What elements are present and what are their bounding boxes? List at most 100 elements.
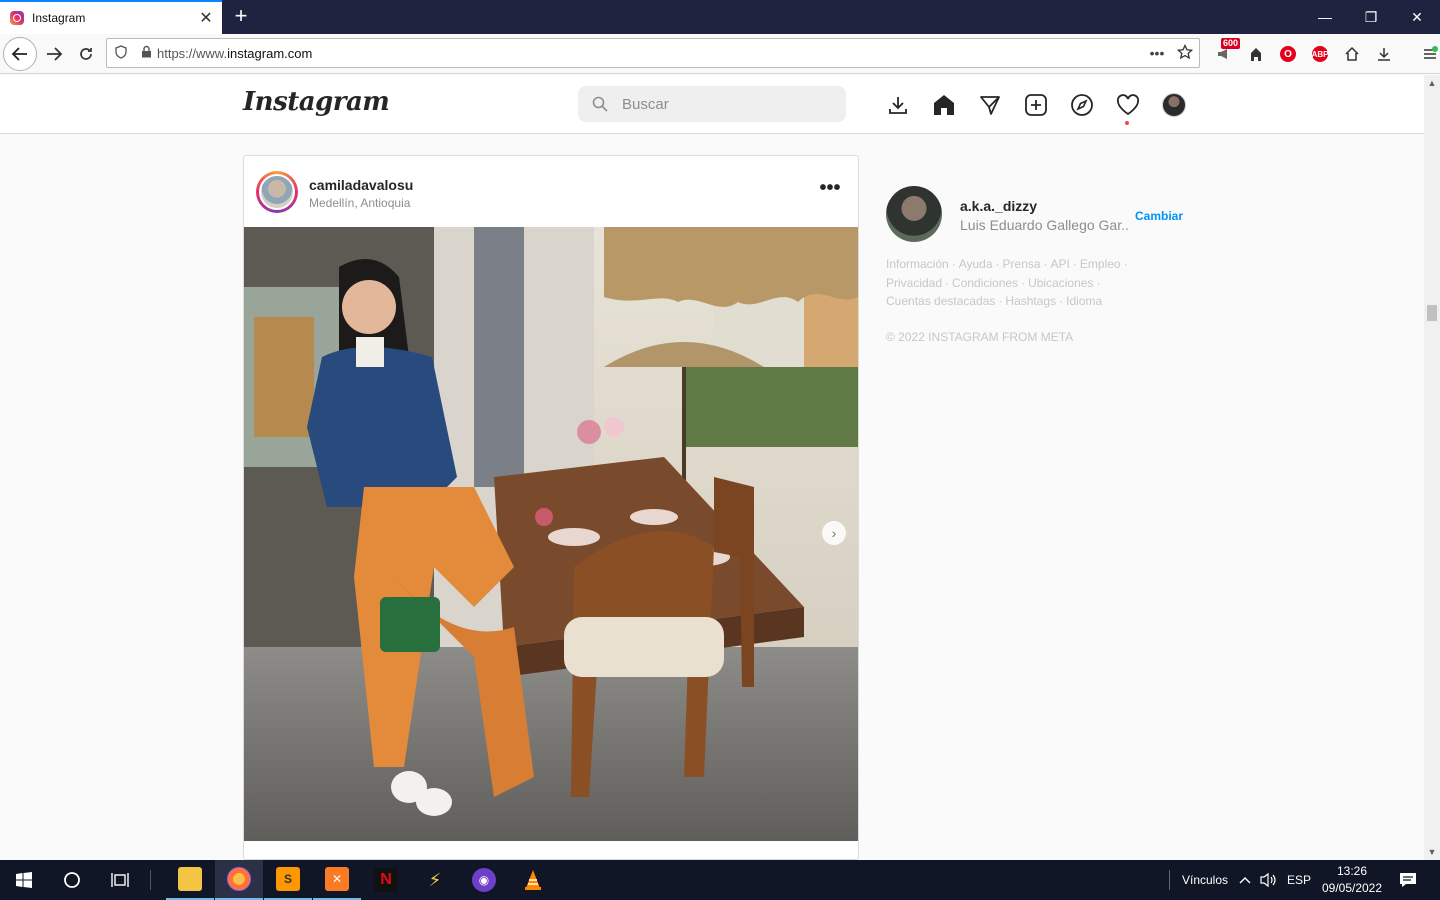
taskbar-divider	[148, 860, 152, 900]
forward-button[interactable]	[37, 37, 71, 71]
extension-tank-icon[interactable]	[1240, 38, 1272, 70]
instagram-logo[interactable]: Instagram	[243, 87, 390, 117]
footer-link[interactable]: Información	[886, 257, 949, 271]
post-location[interactable]: Medellín, Antioquia	[309, 196, 410, 210]
photo-illustration	[244, 227, 858, 841]
sublime-text-app[interactable]: S	[264, 860, 312, 900]
page-scrollbar[interactable]: ▲ ▼	[1424, 75, 1440, 860]
reload-icon	[80, 48, 92, 60]
url-text[interactable]: https://www.instagram.com	[157, 46, 1143, 61]
opera-extension-icon[interactable]: O	[1272, 38, 1304, 70]
post-photo[interactable]: ›	[244, 227, 858, 841]
url-domain: instagram.com	[227, 45, 313, 61]
footer-separator: ·	[1043, 257, 1048, 271]
current-user-fullname: Luis Eduardo Gallego Gar...	[960, 217, 1130, 233]
footer-link[interactable]: Condiciones	[952, 276, 1018, 290]
download-icon[interactable]	[875, 90, 921, 120]
browser-tab-instagram[interactable]: Instagram ✕	[0, 0, 222, 34]
window-controls: — ❐ ✕	[1302, 0, 1440, 34]
start-button[interactable]	[0, 860, 48, 900]
footer-link[interactable]: Hashtags	[1005, 294, 1056, 308]
windows-taskbar: S ✕ N ⚡ ◉ Vínculos ESP 13:26 09/05/2022	[0, 860, 1440, 900]
footer-links: Información · Ayuda · Prensa · API · Empleo · Priv…	[886, 255, 1186, 311]
scrollbar-thumb[interactable]	[1427, 305, 1437, 321]
footer-link[interactable]: Ayuda	[959, 257, 993, 271]
footer-link[interactable]: Privacidad	[886, 276, 942, 290]
chevron-right-icon[interactable]: ›	[822, 521, 846, 545]
clock-date: 09/05/2022	[1321, 881, 1383, 895]
downloads-icon[interactable]	[1368, 38, 1400, 70]
footer-link[interactable]: API	[1051, 257, 1070, 271]
feed-post: camiladavalosu Medellín, Antioquia ••• ›	[243, 155, 859, 860]
reload-button[interactable]	[69, 37, 103, 71]
extensions-area: 600 O ABP	[1208, 38, 1440, 70]
search-circle-icon[interactable]	[48, 860, 96, 900]
url-prefix: https://www.	[157, 45, 228, 61]
firefox-icon	[227, 867, 251, 891]
clock[interactable]: 13:26 09/05/2022	[1318, 860, 1386, 900]
github-desktop-app[interactable]: ◉	[460, 860, 508, 900]
xampp-app[interactable]: ✕	[313, 860, 361, 900]
links-toolbar[interactable]: Vínculos	[1170, 860, 1240, 900]
windows-logo-icon	[16, 872, 32, 888]
clock-time: 13:26	[1336, 864, 1368, 878]
lock-icon[interactable]	[135, 45, 157, 61]
adblock-plus-icon[interactable]: ABP	[1304, 38, 1336, 70]
search-input[interactable]	[622, 95, 822, 113]
scroll-up-icon[interactable]: ▲	[1424, 75, 1440, 91]
extension-megaphone-icon[interactable]: 600	[1208, 38, 1240, 70]
file-explorer-app[interactable]	[166, 860, 214, 900]
current-username[interactable]: a.k.a._dizzy	[960, 198, 1037, 214]
avatar	[1162, 93, 1186, 117]
direct-message-icon[interactable]	[967, 90, 1013, 120]
chevron-up-icon[interactable]	[1236, 860, 1254, 900]
new-post-icon[interactable]	[1013, 90, 1059, 120]
current-user-avatar[interactable]	[886, 186, 942, 242]
xampp-icon: ✕	[325, 867, 349, 891]
language-indicator[interactable]: ESP	[1284, 860, 1314, 900]
footer-link[interactable]: Ubicaciones	[1028, 276, 1093, 290]
footer-link[interactable]: Idioma	[1066, 294, 1102, 308]
home-icon[interactable]	[921, 90, 967, 120]
tab-close-button[interactable]: ✕	[194, 8, 218, 28]
tracking-shield-icon[interactable]	[107, 44, 135, 62]
switch-account-button[interactable]: Cambiar	[1135, 209, 1183, 223]
thunderbolt-app[interactable]: ⚡	[411, 860, 459, 900]
footer-separator: ·	[998, 294, 1003, 308]
back-button[interactable]	[3, 37, 37, 71]
post-options-button[interactable]: •••	[816, 178, 844, 206]
firefox-app[interactable]	[215, 860, 263, 900]
explore-compass-icon[interactable]	[1059, 90, 1105, 120]
post-username[interactable]: camiladavalosu	[309, 177, 413, 193]
task-view-icon[interactable]	[96, 860, 144, 900]
netflix-icon: N	[374, 868, 398, 892]
hamburger-menu-icon[interactable]	[1414, 38, 1440, 70]
minimize-button[interactable]: —	[1302, 0, 1348, 34]
page-actions-button[interactable]: •••	[1143, 45, 1171, 61]
vlc-cone-icon	[521, 868, 545, 892]
netflix-app[interactable]: N	[362, 860, 410, 900]
footer-separator: ·	[1123, 257, 1128, 271]
footer-link[interactable]: Prensa	[1003, 257, 1041, 271]
vlc-app[interactable]	[509, 860, 557, 900]
volume-icon[interactable]	[1256, 860, 1280, 900]
restore-button[interactable]: ❐	[1348, 0, 1394, 34]
address-bar[interactable]: https://www.instagram.com •••	[106, 38, 1200, 68]
footer-separator: ·	[945, 275, 950, 290]
arrow-right-icon	[47, 47, 63, 61]
footer-link[interactable]: Empleo	[1080, 257, 1121, 271]
action-center-icon[interactable]	[1390, 860, 1426, 900]
activity-heart-icon[interactable]	[1105, 90, 1151, 125]
profile-menu-button[interactable]	[1151, 90, 1197, 120]
github-icon: ◉	[472, 868, 496, 892]
lightning-icon: ⚡	[428, 869, 442, 890]
bookmark-star-icon[interactable]	[1171, 43, 1199, 63]
home-icon[interactable]	[1336, 38, 1368, 70]
tab-title: Instagram	[32, 11, 86, 25]
close-window-button[interactable]: ✕	[1394, 0, 1440, 34]
story-ring[interactable]	[256, 171, 298, 213]
scroll-down-icon[interactable]: ▼	[1424, 844, 1440, 860]
footer-link[interactable]: Cuentas destacadas	[886, 294, 995, 308]
new-tab-button[interactable]: +	[228, 4, 254, 30]
search-box[interactable]	[578, 86, 846, 122]
